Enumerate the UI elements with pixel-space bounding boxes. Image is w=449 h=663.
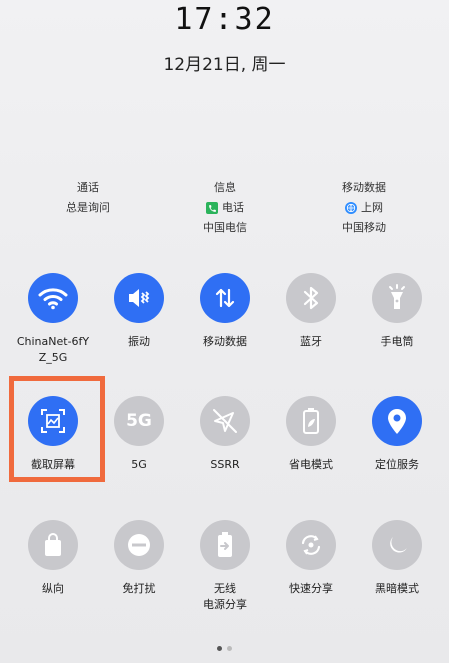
quick-share-icon bbox=[286, 520, 336, 570]
tile-wifi[interactable]: ChinaNet-6fY Z_5G bbox=[10, 273, 96, 366]
sim-data-carrier: 中国移动 bbox=[342, 221, 386, 234]
tile-flashlight-label: 手电筒 bbox=[380, 335, 414, 348]
tile-quick-share[interactable]: 快速分享 bbox=[268, 520, 354, 597]
date: 12月21日, 周一 bbox=[163, 55, 286, 75]
page-dot-1[interactable] bbox=[217, 646, 222, 651]
tile-mobile-data[interactable]: 移动数据 bbox=[182, 273, 268, 350]
tile-bluetooth-label: 蓝牙 bbox=[300, 335, 322, 348]
do-not-disturb-icon bbox=[114, 520, 164, 570]
sim-sms-carrier: 中国电信 bbox=[203, 221, 247, 234]
tile-quick-share-label: 快速分享 bbox=[289, 582, 333, 595]
rotation-lock-icon bbox=[28, 520, 78, 570]
clock: 17:32 bbox=[174, 2, 275, 37]
sim-sms-value: 电话 bbox=[222, 201, 244, 214]
sim-data-title: 移动数据 bbox=[342, 181, 386, 194]
tile-dnd[interactable]: 免打扰 bbox=[96, 520, 182, 597]
tile-location[interactable]: 定位服务 bbox=[354, 396, 440, 473]
flashlight-icon bbox=[372, 273, 422, 323]
tile-location-label: 定位服务 bbox=[375, 458, 419, 471]
page-dot-2[interactable] bbox=[227, 646, 232, 651]
tile-dark-mode-label: 黑暗模式 bbox=[375, 582, 419, 595]
vibrate-icon bbox=[114, 273, 164, 323]
bluetooth-icon bbox=[286, 273, 336, 323]
tile-vibrate-label: 振动 bbox=[128, 335, 150, 348]
tile-flashlight[interactable]: 手电筒 bbox=[354, 273, 440, 350]
tile-power-saving-label: 省电模式 bbox=[289, 458, 333, 471]
sim-data[interactable]: 移动数据 上网 中国移动 bbox=[294, 178, 434, 238]
globe-icon bbox=[345, 202, 357, 214]
tile-wireless-share[interactable]: 无线 电源分享 bbox=[182, 520, 268, 613]
sim-sms[interactable]: 信息 电话 中国电信 bbox=[155, 178, 295, 238]
5g-icon: 5G bbox=[114, 396, 164, 446]
data-arrows-icon bbox=[200, 273, 250, 323]
highlight-box bbox=[9, 376, 105, 482]
sim-sms-title: 信息 bbox=[214, 181, 236, 194]
tile-portrait[interactable]: 纵向 bbox=[10, 520, 96, 597]
tile-wireless-share-label: 无线 电源分享 bbox=[203, 582, 247, 611]
sim-calls[interactable]: 通话 总是询问 bbox=[18, 178, 158, 218]
sim-calls-title: 通话 bbox=[77, 181, 99, 194]
tile-5g[interactable]: 5G 5G bbox=[96, 396, 182, 473]
tile-power-saving[interactable]: 省电模式 bbox=[268, 396, 354, 473]
tile-dark-mode[interactable]: 黑暗模式 bbox=[354, 520, 440, 597]
battery-leaf-icon bbox=[286, 396, 336, 446]
tile-bluetooth[interactable]: 蓝牙 bbox=[268, 273, 354, 350]
tile-wifi-label: ChinaNet-6fY Z_5G bbox=[16, 335, 90, 364]
ssrr-icon bbox=[200, 396, 250, 446]
sim-calls-value: 总是询问 bbox=[66, 201, 110, 214]
tile-ssrr[interactable]: SSRR bbox=[182, 396, 268, 473]
battery-share-icon bbox=[200, 520, 250, 570]
sim-data-value: 上网 bbox=[361, 201, 383, 214]
tile-5g-label: 5G bbox=[131, 458, 147, 471]
location-pin-icon bbox=[372, 396, 422, 446]
tile-mobile-data-label: 移动数据 bbox=[203, 335, 247, 348]
tile-dnd-label: 免打扰 bbox=[122, 582, 156, 595]
moon-icon bbox=[372, 520, 422, 570]
wifi-icon bbox=[28, 273, 78, 323]
tile-vibrate[interactable]: 振动 bbox=[96, 273, 182, 350]
tile-portrait-label: 纵向 bbox=[42, 582, 64, 595]
page-indicator bbox=[0, 646, 449, 651]
phone-icon bbox=[206, 202, 218, 214]
tile-ssrr-label: SSRR bbox=[210, 458, 240, 471]
